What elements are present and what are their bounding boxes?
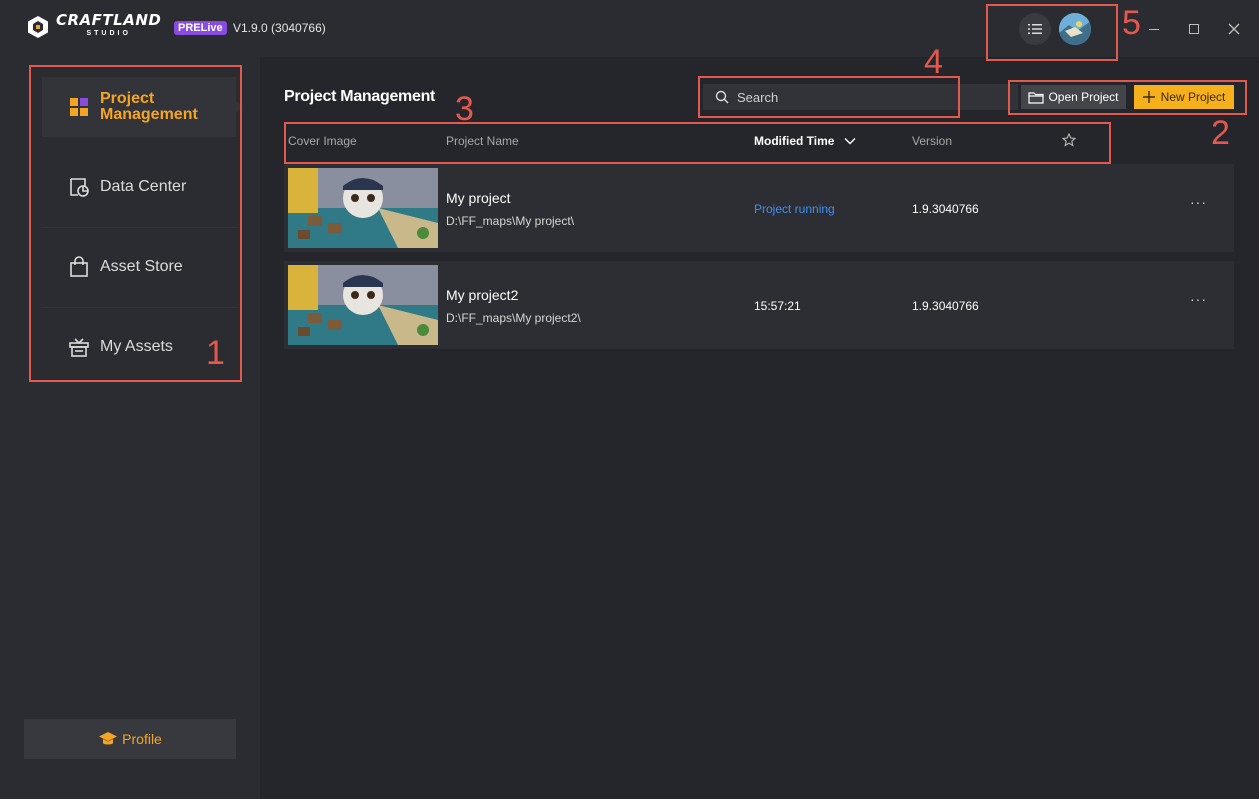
project-row[interactable]: My project D:\FF_maps\My project\ Projec… [284,164,1234,252]
project-modified-time: 15:57:21 [754,299,801,313]
maximize-icon [1189,24,1199,34]
logo-subtitle: STUDIO [86,30,131,37]
logo-title: CRAFTLAND [56,11,162,29]
annotation-number-1: 1 [206,334,225,372]
more-options-button[interactable]: ··· [1190,291,1207,307]
annotation-number-3: 3 [455,90,474,128]
annotation-number-4: 4 [924,43,943,81]
annotation-box-4 [698,76,960,118]
profile-label: Profile [122,731,162,747]
cover-image [288,168,438,248]
minimize-icon [1149,29,1159,30]
annotation-box-3 [284,122,1111,164]
project-name: My project [446,190,511,206]
close-icon [1228,23,1240,35]
profile-button[interactable]: Profile [24,719,236,759]
page-title: Project Management [284,88,436,105]
annotation-box-5 [986,4,1118,61]
project-row[interactable]: My project2 D:\FF_maps\My project2\ 15:5… [284,261,1234,349]
annotation-number-2: 2 [1211,114,1230,152]
more-options-button[interactable]: ··· [1190,194,1207,210]
project-version: 1.9.3040766 [912,202,979,216]
maximize-button[interactable] [1185,20,1203,38]
env-badge: PRELive [174,21,227,35]
craftland-logo-icon [26,15,50,39]
app-logo: CRAFTLAND STUDIO [26,11,162,39]
project-version: 1.9.3040766 [912,299,979,313]
annotation-box-2 [1008,80,1247,115]
graduation-cap-icon [99,732,118,745]
close-button[interactable] [1225,20,1243,38]
annotation-number-5: 5 [1122,4,1141,42]
project-name: My project2 [446,287,519,303]
project-status: Project running [754,202,835,216]
project-path: D:\FF_maps\My project\ [446,214,575,228]
minimize-button[interactable] [1145,20,1163,38]
app-version: V1.9.0 (3040766) [233,21,326,35]
cover-image [288,265,438,345]
project-path: D:\FF_maps\My project2\ [446,311,581,325]
